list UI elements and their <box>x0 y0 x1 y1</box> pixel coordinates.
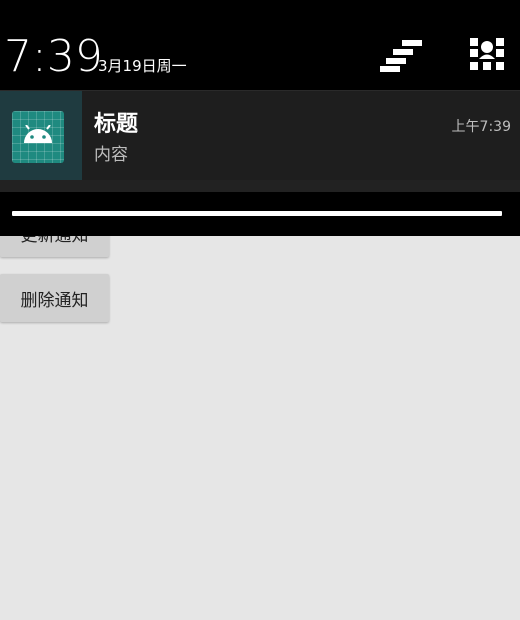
shade-header: 7:39 3月19日周一 <box>0 0 520 90</box>
date: 3月19日周一 <box>98 57 187 75</box>
notification-shade: 7:39 3月19日周一 标题 内容 上午7:39 <box>0 0 520 236</box>
shade-drag-handle[interactable] <box>12 211 502 216</box>
clock: 7:39 <box>4 31 103 82</box>
notification-content: 内容 <box>94 145 128 165</box>
notification-time: 上午7:39 <box>451 119 511 135</box>
quick-settings-user-icon[interactable] <box>468 37 506 75</box>
notification-title: 标题 <box>94 112 139 137</box>
notification-card[interactable] <box>0 90 520 181</box>
notification-icon-area <box>0 91 82 181</box>
settings-bars-icon[interactable] <box>380 39 424 73</box>
android-icon <box>12 111 64 163</box>
shade-divider <box>0 180 520 192</box>
delete-notification-button[interactable]: 删除通知 <box>0 274 109 322</box>
